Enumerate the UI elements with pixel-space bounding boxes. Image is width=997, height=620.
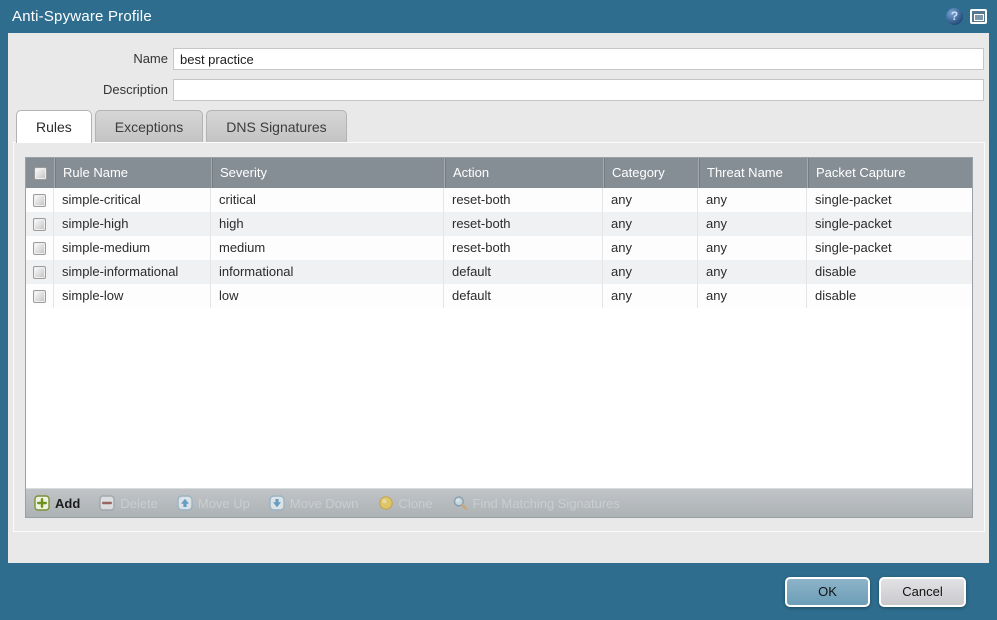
row-checkbox[interactable] — [33, 241, 46, 255]
cell-severity: low — [211, 284, 444, 308]
cell-rule-name: simple-high — [54, 212, 211, 236]
cell-rule-name: simple-low — [54, 284, 211, 308]
cell-severity: medium — [211, 236, 444, 260]
table-row[interactable]: simple-low low default any any disable — [26, 284, 972, 308]
row-checkbox[interactable] — [33, 289, 46, 303]
cell-category: any — [603, 212, 698, 236]
table-row[interactable]: simple-medium medium reset-both any any … — [26, 236, 972, 260]
move-down-button[interactable]: Move Down — [269, 495, 359, 511]
select-all-header-cell — [26, 158, 54, 188]
column-header-category[interactable]: Category — [603, 158, 698, 188]
window-icon[interactable] — [970, 9, 987, 24]
find-matching-signatures-icon — [453, 496, 467, 510]
description-input[interactable] — [173, 79, 984, 101]
column-header-threat-name[interactable]: Threat Name — [698, 158, 807, 188]
move-up-button[interactable]: Move Up — [177, 495, 250, 511]
dialog-title: Anti-Spyware Profile — [12, 8, 152, 25]
cell-threat-name: any — [698, 212, 807, 236]
cell-threat-name: any — [698, 236, 807, 260]
anti-spyware-profile-dialog: Anti-Spyware Profile ? Name Description … — [0, 0, 997, 620]
table-header-row: Rule Name Severity Action Category Threa… — [26, 158, 972, 188]
cell-severity: critical — [211, 188, 444, 212]
tab-rules[interactable]: Rules — [16, 110, 92, 143]
cell-threat-name: any — [698, 188, 807, 212]
cell-packet-capture: disable — [815, 264, 857, 279]
move-down-icon — [269, 495, 285, 511]
table-row[interactable]: simple-critical critical reset-both any … — [26, 188, 972, 212]
cell-severity: informational — [211, 260, 444, 284]
clone-icon — [378, 496, 393, 510]
dialog-footer: OK Cancel — [0, 563, 997, 620]
cell-action: reset-both — [444, 236, 603, 260]
cell-threat-name: any — [698, 284, 807, 308]
rules-tab-panel: Rule Name Severity Action Category Threa… — [13, 142, 985, 532]
column-header-action[interactable]: Action — [444, 158, 603, 188]
move-up-icon — [177, 495, 193, 511]
table-row[interactable]: simple-high high reset-both any any sing… — [26, 212, 972, 236]
tab-bar: Rules Exceptions DNS Signatures — [16, 110, 347, 143]
cell-category: any — [603, 188, 698, 212]
table-body: simple-critical critical reset-both any … — [26, 188, 972, 488]
cell-severity: high — [211, 212, 444, 236]
clone-button[interactable]: Clone — [378, 495, 433, 511]
cell-threat-name: any — [698, 260, 807, 284]
cell-packet-capture: single-packet — [815, 216, 892, 231]
cell-packet-capture: disable — [815, 288, 857, 303]
add-icon — [34, 495, 50, 511]
select-all-checkbox[interactable] — [33, 166, 47, 180]
cell-action: default — [444, 260, 603, 284]
cancel-button[interactable]: Cancel — [879, 576, 966, 607]
delete-button[interactable]: Delete — [99, 495, 158, 511]
column-header-packet-capture[interactable]: Packet Capture — [807, 158, 972, 188]
column-header-severity[interactable]: Severity — [211, 158, 444, 188]
row-checkbox[interactable] — [33, 217, 46, 231]
cell-packet-capture: single-packet — [815, 240, 892, 255]
cell-action: default — [444, 284, 603, 308]
cell-category: any — [603, 236, 698, 260]
ok-button[interactable]: OK — [785, 576, 870, 607]
column-header-rule-name[interactable]: Rule Name — [54, 158, 211, 188]
row-checkbox[interactable] — [33, 265, 46, 279]
add-button[interactable]: Add — [34, 495, 80, 511]
cell-category: any — [603, 284, 698, 308]
cell-category: any — [603, 260, 698, 284]
description-label: Description — [102, 82, 168, 97]
table-toolbar: Add Delete Move Up Move Down Clone Find … — [26, 488, 972, 517]
tab-dns-signatures[interactable]: DNS Signatures — [206, 110, 347, 143]
dialog-body: Name Description Rules Exceptions DNS Si… — [8, 33, 989, 563]
cell-packet-capture: single-packet — [815, 192, 892, 207]
row-checkbox[interactable] — [33, 193, 46, 207]
find-matching-signatures-button[interactable]: Find Matching Signatures — [452, 495, 620, 511]
name-input[interactable] — [173, 48, 984, 70]
cell-action: reset-both — [444, 212, 603, 236]
table-row[interactable]: simple-informational informational defau… — [26, 260, 972, 284]
dialog-titlebar: Anti-Spyware Profile ? — [0, 0, 997, 33]
cell-rule-name: simple-informational — [54, 260, 211, 284]
tab-exceptions[interactable]: Exceptions — [94, 110, 204, 143]
name-label: Name — [133, 51, 168, 66]
cell-rule-name: simple-medium — [54, 236, 211, 260]
rules-table: Rule Name Severity Action Category Threa… — [25, 157, 973, 518]
cell-rule-name: simple-critical — [54, 188, 211, 212]
delete-icon — [99, 495, 115, 511]
cell-action: reset-both — [444, 188, 603, 212]
help-icon[interactable]: ? — [946, 8, 963, 25]
